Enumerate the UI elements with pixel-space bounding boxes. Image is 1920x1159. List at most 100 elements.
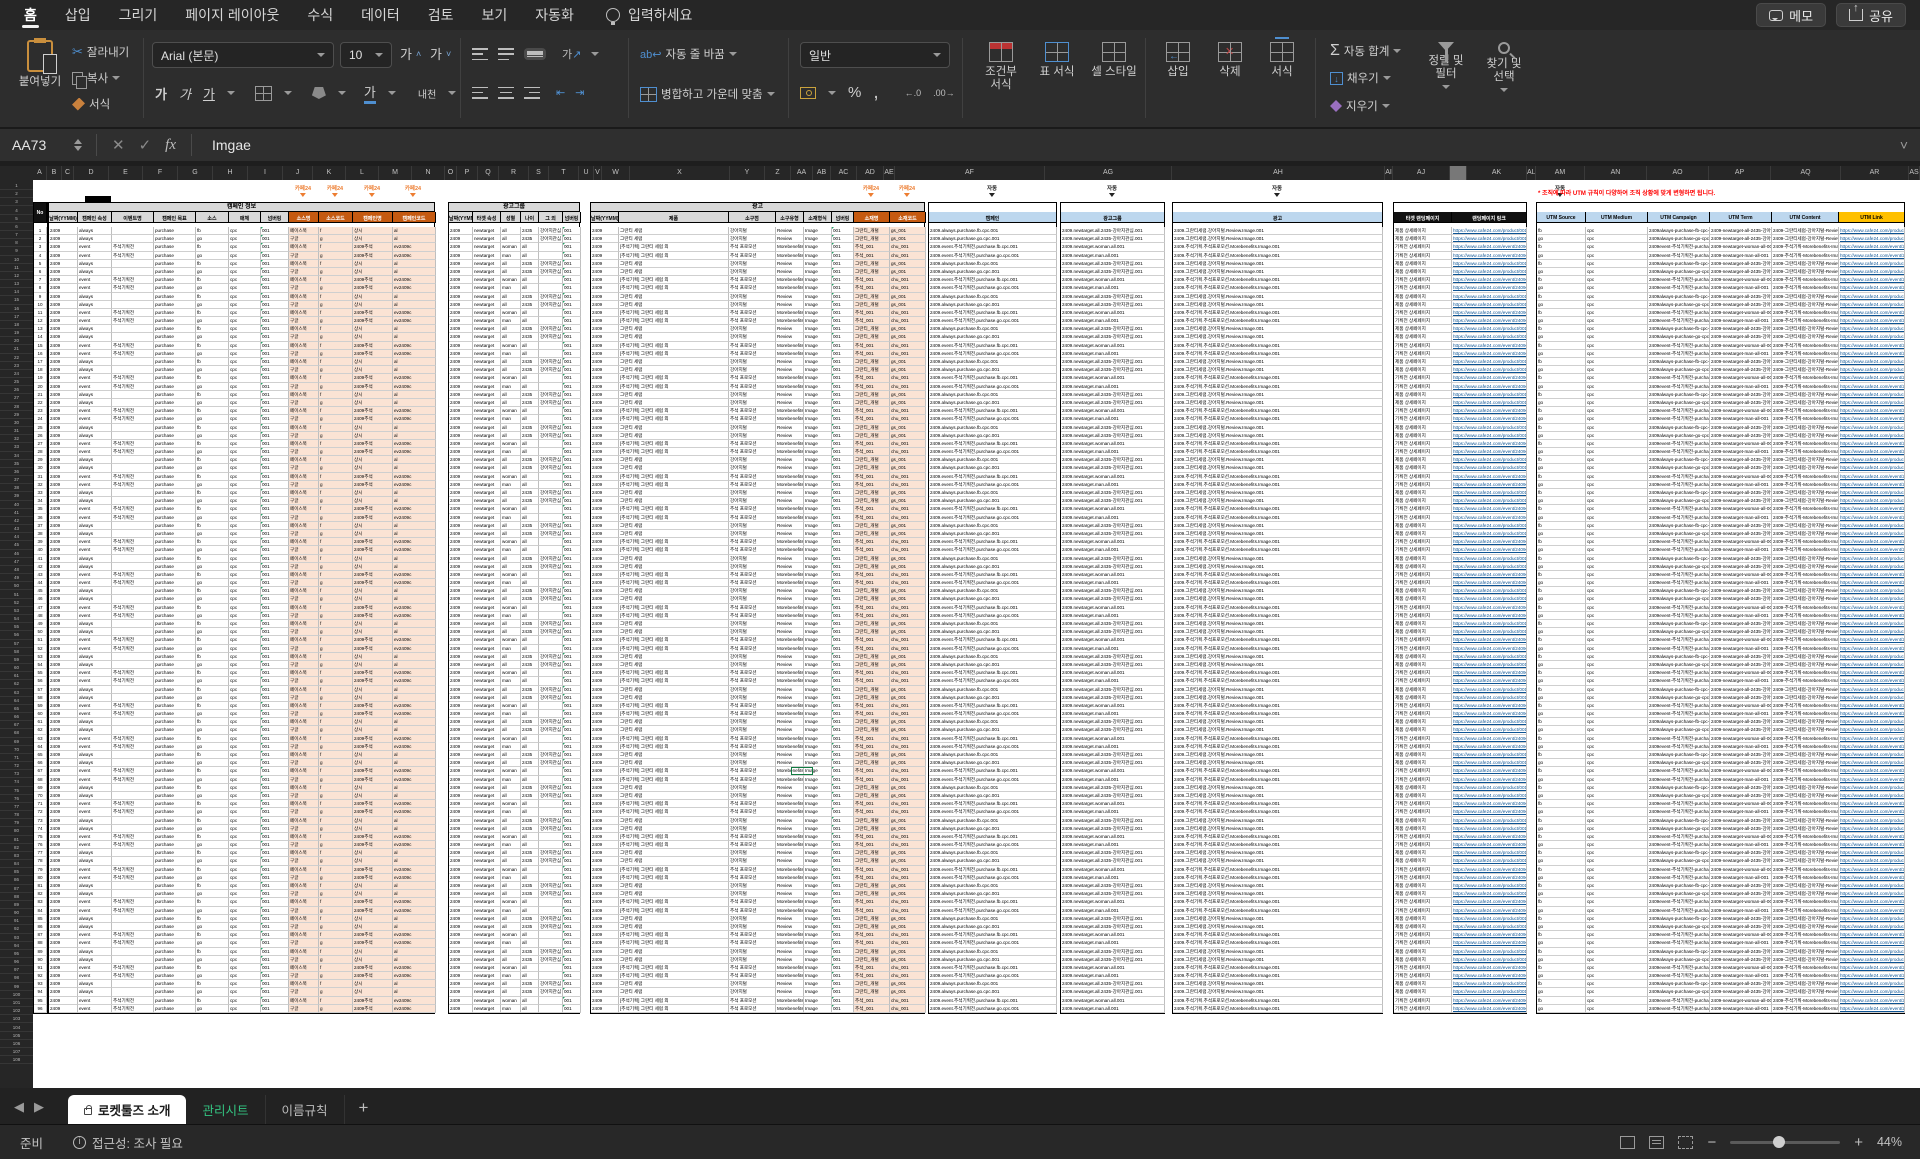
cell[interactable]: newtarget <box>473 743 501 751</box>
cell[interactable]: https://www.cafe24.com/event/2409chuseok… <box>1839 284 1905 292</box>
cell[interactable]: https://www.cafe24.com/event/2409chuseok… <box>1839 473 1905 481</box>
cell[interactable]: 2409.newtarget.woman.all.001 <box>1061 898 1165 906</box>
cell[interactable]: Image <box>804 350 832 358</box>
cell[interactable] <box>112 923 154 931</box>
cell[interactable]: 2409always-purchase-go-cpc-001 <box>1648 694 1710 702</box>
cell[interactable]: cpc <box>1586 939 1648 947</box>
cell[interactable]: 2409 <box>449 972 473 980</box>
cell[interactable]: 001 <box>563 980 581 988</box>
cell[interactable]: 2409-newtarget-man-all-001 <box>1710 252 1772 260</box>
cell[interactable]: ev2409c <box>393 505 436 513</box>
cell[interactable]: 2409.newtarget.woman.all.001 <box>1061 407 1165 415</box>
cell[interactable]: purchase <box>154 800 196 808</box>
cell[interactable]: 2409-그란티세럼-강아지털-Review-Image-001 <box>1772 718 1839 726</box>
cell[interactable]: 2409.추석기획.추석프로모션.Morebenefits.Image.001 <box>1173 767 1383 775</box>
cell[interactable]: 43 <box>34 571 47 579</box>
cell[interactable]: newtarget <box>473 440 501 448</box>
cell[interactable]: 2409 <box>591 293 619 301</box>
cell[interactable]: https://www.cafe24.com/event/2409chuseok <box>1452 898 1527 906</box>
row-header-19[interactable]: 19 <box>0 329 33 337</box>
cell[interactable]: https://www.cafe24.com/event/2409chuseok <box>1452 276 1527 284</box>
cell[interactable]: woman <box>501 997 521 1005</box>
cell[interactable]: cpc <box>1586 546 1648 554</box>
cell[interactable]: 27 <box>34 440 47 448</box>
cell[interactable]: Image <box>804 710 832 718</box>
cell[interactable]: newtarget <box>473 898 501 906</box>
align-center-icon[interactable] <box>498 87 514 99</box>
cell[interactable]: 2409-그란티세럼-강아지털-Review-Image-001 <box>1772 399 1839 407</box>
cell[interactable]: [추석기획] 그란티 세럼 외 <box>619 931 729 939</box>
cell[interactable]: 001 <box>261 866 289 874</box>
cell[interactable]: [추석기획] 그란티 세럼 외 <box>619 767 729 775</box>
cell[interactable]: 2409 <box>591 432 619 440</box>
cell[interactable]: 추석기획전 <box>112 931 154 939</box>
cell[interactable]: cpc <box>1586 620 1648 628</box>
cell[interactable]: 2435 <box>521 260 539 268</box>
cell[interactable]: gs_001 <box>890 358 926 366</box>
cell[interactable]: 001 <box>261 325 289 333</box>
cell[interactable]: all <box>501 653 521 661</box>
row-header-28[interactable]: 28 <box>0 403 33 411</box>
cell[interactable]: gs_001 <box>890 726 926 734</box>
cell[interactable]: 2409 <box>449 923 473 931</box>
cell[interactable]: fb <box>196 931 229 939</box>
cell[interactable]: gs_001 <box>890 456 926 464</box>
cell[interactable]: Review <box>776 923 804 931</box>
cell[interactable]: always <box>78 399 112 407</box>
cell[interactable]: 그란티_개털 <box>854 718 890 726</box>
cell[interactable]: purchase <box>154 538 196 546</box>
column-header-cell[interactable]: UTM Term <box>1710 212 1772 223</box>
cell[interactable]: newtarget <box>473 784 501 792</box>
cell[interactable]: Morebenefits <box>776 284 804 292</box>
cell[interactable]: 001 <box>261 595 289 603</box>
cell[interactable]: gs_001 <box>890 628 926 636</box>
cell[interactable]: 001 <box>832 735 854 743</box>
zoom-slider[interactable] <box>1730 1141 1840 1144</box>
cell[interactable]: 17 <box>34 358 47 366</box>
cell[interactable]: 2409 <box>449 579 473 587</box>
cell[interactable]: Review <box>776 456 804 464</box>
cell[interactable]: 제품 상세페이지 <box>1394 948 1452 956</box>
cell[interactable]: newtarget <box>473 604 501 612</box>
cell[interactable]: 2409-newtarget-all-2435-강아지관심-001 <box>1710 555 1772 563</box>
cell[interactable]: 2409 <box>49 825 78 833</box>
cell[interactable]: al <box>393 293 436 301</box>
cell[interactable]: 2409.event.추석기획전.purchase.go.cpc.001 <box>929 645 1057 653</box>
cell[interactable]: 2409-추석기획-Morebenefits-Image-001 <box>1772 571 1839 579</box>
cell[interactable]: https://www.cafe24.com/event/2409chuseok <box>1452 874 1527 882</box>
cell[interactable]: g <box>319 710 353 718</box>
cell[interactable]: all <box>501 694 521 702</box>
cell[interactable] <box>539 964 563 972</box>
cell[interactable]: f <box>319 964 353 972</box>
cell[interactable]: 2409 <box>449 604 473 612</box>
cell[interactable]: 001 <box>832 898 854 906</box>
cell[interactable]: 2409 <box>449 997 473 1005</box>
cell[interactable]: 2409 <box>591 907 619 915</box>
cell[interactable]: 001 <box>832 948 854 956</box>
cell[interactable] <box>539 907 563 915</box>
cell[interactable]: 2409 <box>449 612 473 620</box>
cell[interactable]: cpc <box>229 227 261 235</box>
cell[interactable]: 2409event-추석기획전-purchase-go-cpc-001 <box>1648 481 1710 489</box>
cell[interactable]: 2409.newtarget.man.all.001 <box>1061 612 1165 620</box>
cell[interactable]: gs_001 <box>890 980 926 988</box>
cell[interactable]: 2409.newtarget.woman.all.001 <box>1061 505 1165 513</box>
row-header-27[interactable]: 27 <box>0 394 33 402</box>
cell[interactable]: f <box>319 604 353 612</box>
cell[interactable]: 2409.event.추석기획전.purchase.go.cpc.001 <box>929 284 1057 292</box>
cell[interactable]: https://www.cafe24.com/event/2409chuseok <box>1452 669 1527 677</box>
cell[interactable]: cpc <box>1586 636 1648 644</box>
cell[interactable]: 추석_001 <box>854 440 890 448</box>
cell[interactable]: 2409event-추석기획전-purchase-fb-cpc-001 <box>1648 342 1710 350</box>
cell[interactable]: cpc <box>1586 653 1648 661</box>
cell[interactable]: https://www.cafe24.com/product/001 <box>1452 555 1527 563</box>
cell[interactable]: purchase <box>154 767 196 775</box>
cell[interactable]: al <box>393 988 436 996</box>
row-header-82[interactable]: 82 <box>0 844 33 852</box>
cell[interactable]: Image <box>804 432 832 440</box>
cell[interactable]: purchase <box>154 997 196 1005</box>
cell[interactable]: go <box>196 645 229 653</box>
cell[interactable]: 페이스북 <box>289 669 319 677</box>
cell[interactable]: 2409.event.추석기획전.purchase.fb.cpc.001 <box>929 309 1057 317</box>
cell[interactable]: 상시 <box>353 489 393 497</box>
